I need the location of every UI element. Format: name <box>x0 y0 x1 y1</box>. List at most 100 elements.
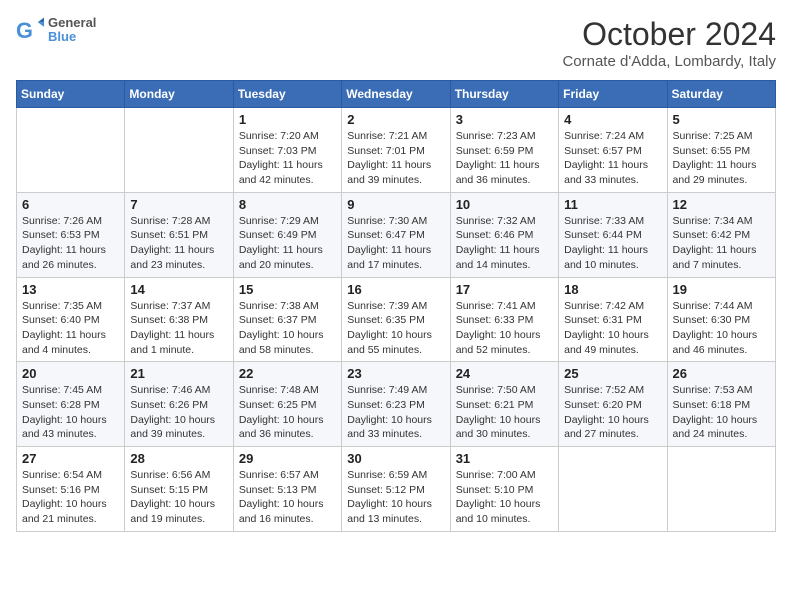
calendar-cell: 27 Sunrise: 6:54 AMSunset: 5:16 PMDayligh… <box>17 447 125 532</box>
calendar-cell: 24Sunrise: 7:50 AMSunset: 6:21 PMDayligh… <box>450 362 558 447</box>
calendar-cell: 17 Sunrise: 7:41 AMSunset: 6:33 PMDayligh… <box>450 277 558 362</box>
calendar-cell: 21Sunrise: 7:46 AMSunset: 6:26 PMDayligh… <box>125 362 233 447</box>
day-number: 10 <box>456 197 553 212</box>
weekday-header: Sunday <box>17 81 125 108</box>
logo-blue: Blue <box>48 29 76 44</box>
calendar-cell: 18 Sunrise: 7:42 AMSunset: 6:31 PMDayligh… <box>559 277 667 362</box>
day-info: Sunrise: 7:21 AMSunset: 7:01 PMDaylight:… <box>347 129 444 188</box>
day-number: 22 <box>239 366 336 381</box>
day-info: Sunrise: 7:53 AMSunset: 6:18 PMDaylight:… <box>673 383 770 442</box>
day-number: 6 <box>22 197 119 212</box>
calendar-cell <box>17 108 125 193</box>
calendar-cell <box>125 108 233 193</box>
day-info: Sunrise: 7:32 AMSunset: 6:46 PMDaylight:… <box>456 214 553 273</box>
weekday-header: Thursday <box>450 81 558 108</box>
day-info: Sunrise: 7:35 AMSunset: 6:40 PMDaylight:… <box>22 299 119 358</box>
day-number: 31 <box>456 451 553 466</box>
day-info: Sunrise: 7:23 AMSunset: 6:59 PMDaylight:… <box>456 129 553 188</box>
day-number: 26 <box>673 366 770 381</box>
day-number: 1 <box>239 112 336 127</box>
calendar-cell: 8Sunrise: 7:29 AMSunset: 6:49 PMDaylight… <box>233 192 341 277</box>
day-info: Sunrise: 7:45 AMSunset: 6:28 PMDaylight:… <box>22 383 119 442</box>
day-info: Sunrise: 7:00 AMSunset: 5:10 PMDaylight:… <box>456 468 553 527</box>
calendar-cell: 4 Sunrise: 7:24 AMSunset: 6:57 PMDaylight… <box>559 108 667 193</box>
day-info: Sunrise: 7:25 AMSunset: 6:55 PMDaylight:… <box>673 129 770 188</box>
weekday-header: Monday <box>125 81 233 108</box>
day-info: Sunrise: 7:34 AMSunset: 6:42 PMDaylight:… <box>673 214 770 273</box>
calendar-week-row: 27 Sunrise: 6:54 AMSunset: 5:16 PMDayligh… <box>17 447 776 532</box>
calendar-cell: 22 Sunrise: 7:48 AMSunset: 6:25 PMDayligh… <box>233 362 341 447</box>
calendar-cell: 3 Sunrise: 7:23 AMSunset: 6:59 PMDaylight… <box>450 108 558 193</box>
day-number: 9 <box>347 197 444 212</box>
calendar-week-row: 13 Sunrise: 7:35 AMSunset: 6:40 PMDayligh… <box>17 277 776 362</box>
calendar-cell: 13 Sunrise: 7:35 AMSunset: 6:40 PMDayligh… <box>17 277 125 362</box>
day-info: Sunrise: 6:59 AMSunset: 5:12 PMDaylight:… <box>347 468 444 527</box>
day-number: 8 <box>239 197 336 212</box>
calendar-cell: 19 Sunrise: 7:44 AMSunset: 6:30 PMDayligh… <box>667 277 775 362</box>
calendar-cell: 14Sunrise: 7:37 AMSunset: 6:38 PMDayligh… <box>125 277 233 362</box>
day-number: 11 <box>564 197 661 212</box>
day-number: 16 <box>347 282 444 297</box>
weekday-header: Wednesday <box>342 81 450 108</box>
day-number: 27 <box>22 451 119 466</box>
calendar-cell: 28Sunrise: 6:56 AMSunset: 5:15 PMDayligh… <box>125 447 233 532</box>
calendar-cell: 6 Sunrise: 7:26 AMSunset: 6:53 PMDaylight… <box>17 192 125 277</box>
day-number: 3 <box>456 112 553 127</box>
calendar-cell: 5Sunrise: 7:25 AMSunset: 6:55 PMDaylight… <box>667 108 775 193</box>
calendar-week-row: 20 Sunrise: 7:45 AMSunset: 6:28 PMDayligh… <box>17 362 776 447</box>
day-info: Sunrise: 6:56 AMSunset: 5:15 PMDaylight:… <box>130 468 227 527</box>
calendar-cell <box>667 447 775 532</box>
weekday-header: Friday <box>559 81 667 108</box>
day-info: Sunrise: 7:50 AMSunset: 6:21 PMDaylight:… <box>456 383 553 442</box>
calendar-table: SundayMondayTuesdayWednesdayThursdayFrid… <box>16 80 776 532</box>
calendar-cell: 16 Sunrise: 7:39 AMSunset: 6:35 PMDayligh… <box>342 277 450 362</box>
calendar-cell: 26 Sunrise: 7:53 AMSunset: 6:18 PMDayligh… <box>667 362 775 447</box>
day-number: 21 <box>130 366 227 381</box>
calendar-cell: 31 Sunrise: 7:00 AMSunset: 5:10 PMDayligh… <box>450 447 558 532</box>
calendar-cell: 11 Sunrise: 7:33 AMSunset: 6:44 PMDayligh… <box>559 192 667 277</box>
day-number: 17 <box>456 282 553 297</box>
day-info: Sunrise: 7:44 AMSunset: 6:30 PMDaylight:… <box>673 299 770 358</box>
day-info: Sunrise: 7:41 AMSunset: 6:33 PMDaylight:… <box>456 299 553 358</box>
day-number: 4 <box>564 112 661 127</box>
day-info: Sunrise: 7:48 AMSunset: 6:25 PMDaylight:… <box>239 383 336 442</box>
day-info: Sunrise: 7:24 AMSunset: 6:57 PMDaylight:… <box>564 129 661 188</box>
calendar-cell: 30Sunrise: 6:59 AMSunset: 5:12 PMDayligh… <box>342 447 450 532</box>
day-number: 18 <box>564 282 661 297</box>
page-header: G General Blue October 2024 Cornate d'Ad… <box>16 16 776 70</box>
calendar-cell: 20 Sunrise: 7:45 AMSunset: 6:28 PMDayligh… <box>17 362 125 447</box>
calendar-cell: 23Sunrise: 7:49 AMSunset: 6:23 PMDayligh… <box>342 362 450 447</box>
calendar-week-row: 1 Sunrise: 7:20 AMSunset: 7:03 PMDaylight… <box>17 108 776 193</box>
day-info: Sunrise: 7:26 AMSunset: 6:53 PMDaylight:… <box>22 214 119 273</box>
logo: G General Blue <box>16 16 96 45</box>
logo-general: General <box>48 15 96 30</box>
day-number: 19 <box>673 282 770 297</box>
day-number: 23 <box>347 366 444 381</box>
calendar-cell: 10 Sunrise: 7:32 AMSunset: 6:46 PMDayligh… <box>450 192 558 277</box>
day-info: Sunrise: 7:28 AMSunset: 6:51 PMDaylight:… <box>130 214 227 273</box>
day-info: Sunrise: 7:20 AMSunset: 7:03 PMDaylight:… <box>239 129 336 188</box>
day-info: Sunrise: 7:38 AMSunset: 6:37 PMDaylight:… <box>239 299 336 358</box>
day-number: 12 <box>673 197 770 212</box>
month-title: October 2024 <box>562 16 776 53</box>
day-number: 14 <box>130 282 227 297</box>
day-number: 7 <box>130 197 227 212</box>
day-info: Sunrise: 7:42 AMSunset: 6:31 PMDaylight:… <box>564 299 661 358</box>
day-info: Sunrise: 6:57 AMSunset: 5:13 PMDaylight:… <box>239 468 336 527</box>
calendar-cell: 15 Sunrise: 7:38 AMSunset: 6:37 PMDayligh… <box>233 277 341 362</box>
calendar-cell: 29Sunrise: 6:57 AMSunset: 5:13 PMDayligh… <box>233 447 341 532</box>
day-info: Sunrise: 6:54 AMSunset: 5:16 PMDaylight:… <box>22 468 119 527</box>
day-number: 20 <box>22 366 119 381</box>
day-number: 13 <box>22 282 119 297</box>
logo-icon: G <box>16 16 44 44</box>
day-number: 15 <box>239 282 336 297</box>
weekday-header: Tuesday <box>233 81 341 108</box>
day-info: Sunrise: 7:33 AMSunset: 6:44 PMDaylight:… <box>564 214 661 273</box>
day-info: Sunrise: 7:30 AMSunset: 6:47 PMDaylight:… <box>347 214 444 273</box>
day-info: Sunrise: 7:39 AMSunset: 6:35 PMDaylight:… <box>347 299 444 358</box>
weekday-header: Saturday <box>667 81 775 108</box>
calendar-cell: 2Sunrise: 7:21 AMSunset: 7:01 PMDaylight… <box>342 108 450 193</box>
title-block: October 2024 Cornate d'Adda, Lombardy, I… <box>562 16 776 70</box>
day-number: 25 <box>564 366 661 381</box>
calendar-cell: 1 Sunrise: 7:20 AMSunset: 7:03 PMDaylight… <box>233 108 341 193</box>
